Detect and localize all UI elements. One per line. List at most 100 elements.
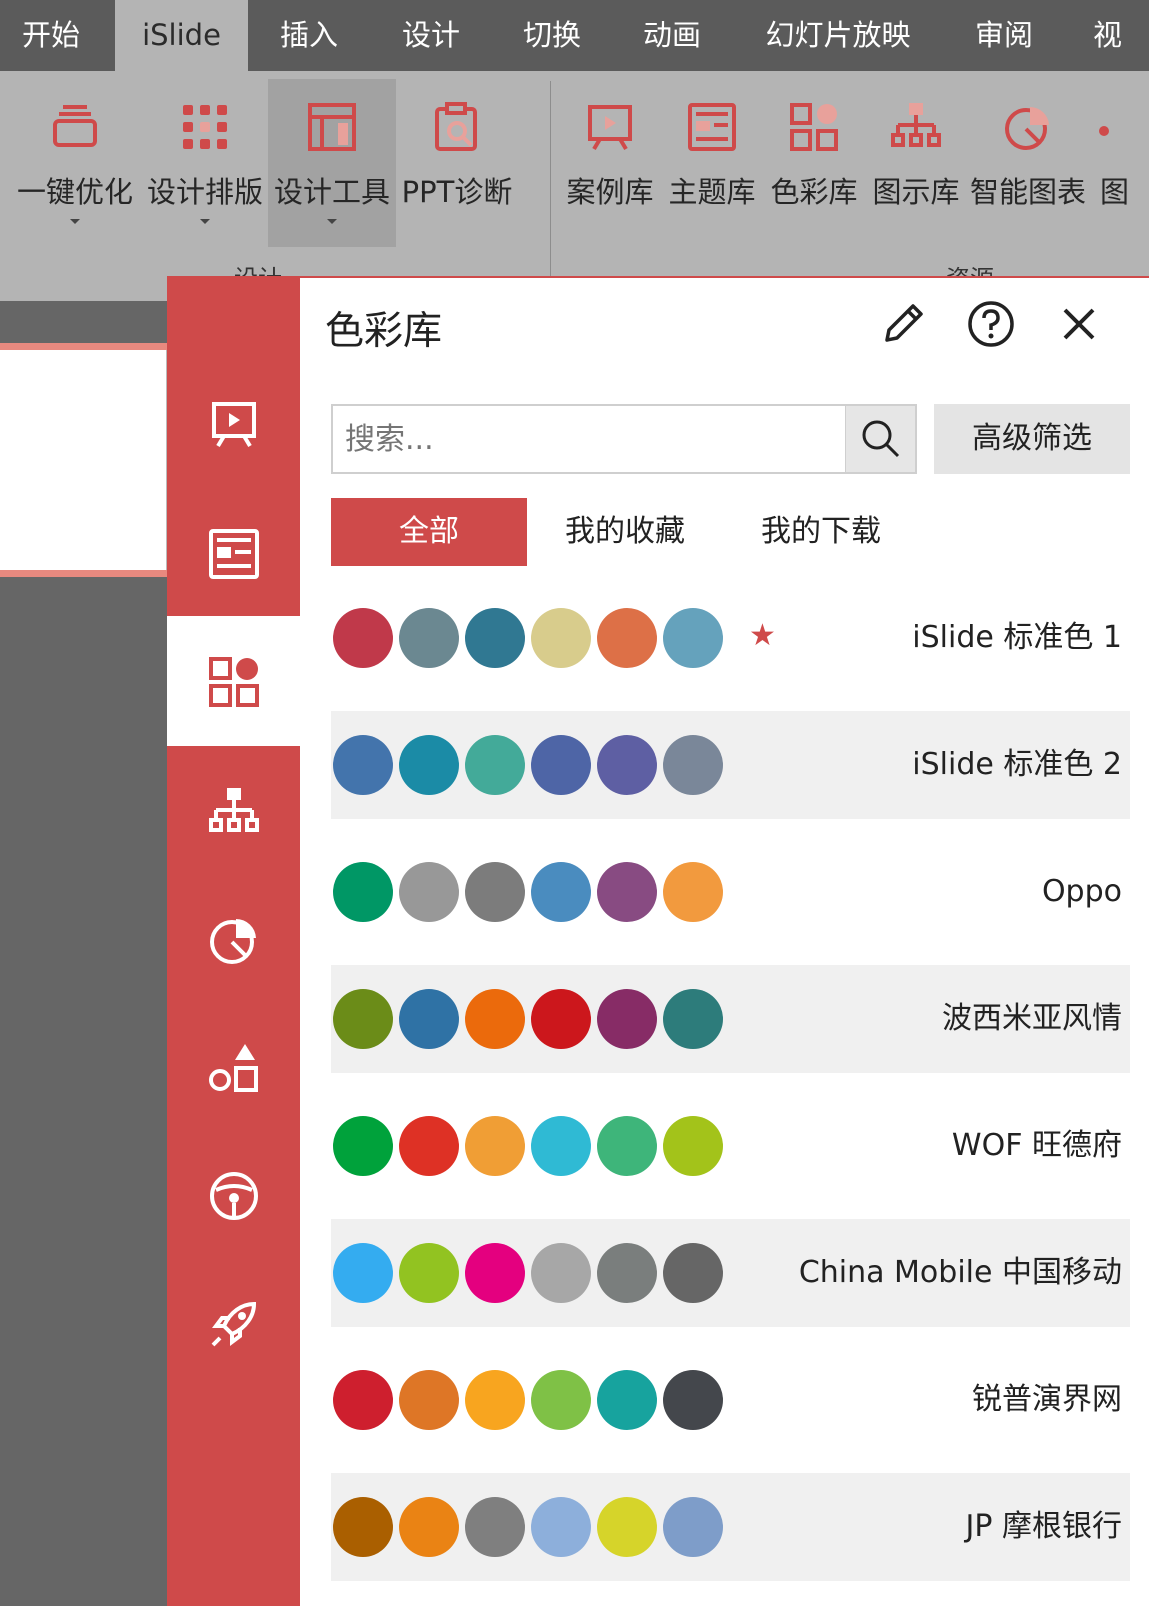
color-swatch[interactable] <box>663 862 723 922</box>
color-swatch[interactable] <box>399 989 459 1049</box>
theme-library-button[interactable]: 主题库 <box>664 79 760 247</box>
tab-insert[interactable]: 插入 <box>260 0 358 71</box>
color-swatch[interactable] <box>597 735 657 795</box>
ppt-diagnosis-button[interactable]: PPT诊断 <box>398 79 516 247</box>
color-swatch[interactable] <box>597 1370 657 1430</box>
color-swatch[interactable] <box>531 989 591 1049</box>
color-swatch[interactable] <box>531 608 591 668</box>
palette-row[interactable]: WOF 旺德府 <box>331 1092 1130 1200</box>
tab-review[interactable]: 审阅 <box>955 0 1053 71</box>
color-swatch[interactable] <box>531 1243 591 1303</box>
sidebar-item-smart-chart[interactable] <box>167 874 300 1004</box>
color-swatch[interactable] <box>399 1497 459 1557</box>
tab-islide[interactable]: iSlide <box>115 0 248 71</box>
color-swatch[interactable] <box>531 735 591 795</box>
color-swatch[interactable] <box>663 608 723 668</box>
color-swatch[interactable] <box>465 1243 525 1303</box>
color-swatch[interactable] <box>465 862 525 922</box>
palette-row[interactable]: 锐普演界网 <box>331 1346 1130 1454</box>
slide-canvas[interactable] <box>0 350 168 570</box>
tab-home[interactable]: 开始 <box>0 0 102 71</box>
sidebar-item-diagram-library[interactable] <box>167 746 300 876</box>
color-swatch[interactable] <box>465 608 525 668</box>
color-swatch[interactable] <box>663 1116 723 1176</box>
favorite-star-icon[interactable]: ★ <box>749 618 776 653</box>
color-swatch[interactable] <box>333 1243 393 1303</box>
color-swatch[interactable] <box>663 1497 723 1557</box>
sidebar-item-image-library[interactable] <box>167 1130 300 1260</box>
color-swatch[interactable] <box>399 608 459 668</box>
color-swatch[interactable] <box>597 1243 657 1303</box>
color-swatch[interactable] <box>399 735 459 795</box>
color-swatch[interactable] <box>333 1370 393 1430</box>
color-swatch[interactable] <box>663 735 723 795</box>
color-swatch[interactable] <box>597 1116 657 1176</box>
palette-row[interactable]: ★ iSlide 标准色 1 <box>331 584 1130 692</box>
smart-chart-button[interactable]: 智能图表 <box>970 79 1086 247</box>
sidebar-item-case-library[interactable] <box>167 360 300 490</box>
one-click-optimize-button[interactable]: 一键优化 <box>12 79 138 247</box>
case-library-button[interactable]: 案例库 <box>562 79 658 247</box>
tab-slideshow[interactable]: 幻灯片放映 <box>745 0 931 71</box>
sidebar-item-shapes[interactable] <box>167 1002 300 1132</box>
color-swatch[interactable] <box>399 1370 459 1430</box>
advanced-filter-button[interactable]: 高级筛选 <box>934 404 1130 474</box>
more-icon <box>1099 126 1109 136</box>
color-swatch[interactable] <box>597 1497 657 1557</box>
sidebar-item-color-library[interactable] <box>167 616 300 746</box>
color-swatch[interactable] <box>465 1370 525 1430</box>
color-swatch[interactable] <box>597 989 657 1049</box>
color-swatch[interactable] <box>465 1497 525 1557</box>
filter-tab-all[interactable]: 全部 <box>331 498 527 566</box>
color-swatch[interactable] <box>531 1370 591 1430</box>
design-layout-label: 设计排版 <box>146 175 263 209</box>
color-library-button[interactable]: 色彩库 <box>766 79 862 247</box>
color-swatch[interactable] <box>333 608 393 668</box>
color-swatch[interactable] <box>663 1243 723 1303</box>
more-resource-button[interactable]: 图 <box>1096 79 1149 247</box>
color-swatch[interactable] <box>531 1116 591 1176</box>
sidebar-item-theme-library[interactable] <box>167 488 300 618</box>
design-layout-button[interactable]: 设计排版 <box>142 79 268 247</box>
chevron-down-icon <box>70 219 80 224</box>
color-swatch[interactable] <box>399 862 459 922</box>
theme-library-icon <box>209 529 259 579</box>
diagram-library-icon <box>891 103 941 147</box>
design-tools-button[interactable]: 设计工具 <box>268 79 396 247</box>
palette-row[interactable]: iSlide 标准色 2 <box>331 711 1130 819</box>
tab-transitions[interactable]: 切换 <box>503 0 601 71</box>
color-swatch[interactable] <box>333 1497 393 1557</box>
color-swatch[interactable] <box>333 735 393 795</box>
color-swatch[interactable] <box>333 862 393 922</box>
palette-row[interactable]: JP 摩根银行 <box>331 1473 1130 1581</box>
color-swatch[interactable] <box>465 989 525 1049</box>
tab-design[interactable]: 设计 <box>382 0 480 71</box>
filter-tab-favorites[interactable]: 我的收藏 <box>527 498 723 566</box>
color-swatch[interactable] <box>531 1497 591 1557</box>
sidebar-item-rocket[interactable] <box>167 1258 300 1388</box>
close-icon[interactable] <box>1055 300 1103 348</box>
image-library-icon <box>210 1172 258 1220</box>
palette-row[interactable]: Oppo <box>331 838 1130 946</box>
color-swatch[interactable] <box>399 1116 459 1176</box>
help-icon[interactable] <box>967 300 1015 348</box>
filter-tab-downloads[interactable]: 我的下载 <box>723 498 919 566</box>
color-swatch[interactable] <box>465 735 525 795</box>
color-swatch[interactable] <box>663 989 723 1049</box>
edit-pencil-icon[interactable] <box>879 300 927 348</box>
color-swatch[interactable] <box>333 1116 393 1176</box>
color-swatch[interactable] <box>531 862 591 922</box>
tab-view[interactable]: 视 <box>1077 0 1149 71</box>
color-swatch[interactable] <box>399 1243 459 1303</box>
diagram-library-button[interactable]: 图示库 <box>868 79 964 247</box>
color-swatch[interactable] <box>597 862 657 922</box>
color-swatch[interactable] <box>663 1370 723 1430</box>
color-swatch[interactable] <box>597 608 657 668</box>
search-input[interactable] <box>333 406 845 472</box>
color-swatch[interactable] <box>465 1116 525 1176</box>
search-button[interactable] <box>845 406 915 472</box>
color-swatch[interactable] <box>333 989 393 1049</box>
palette-row[interactable]: 波西米亚风情 <box>331 965 1130 1073</box>
palette-row[interactable]: China Mobile 中国移动 <box>331 1219 1130 1327</box>
tab-animations[interactable]: 动画 <box>623 0 721 71</box>
